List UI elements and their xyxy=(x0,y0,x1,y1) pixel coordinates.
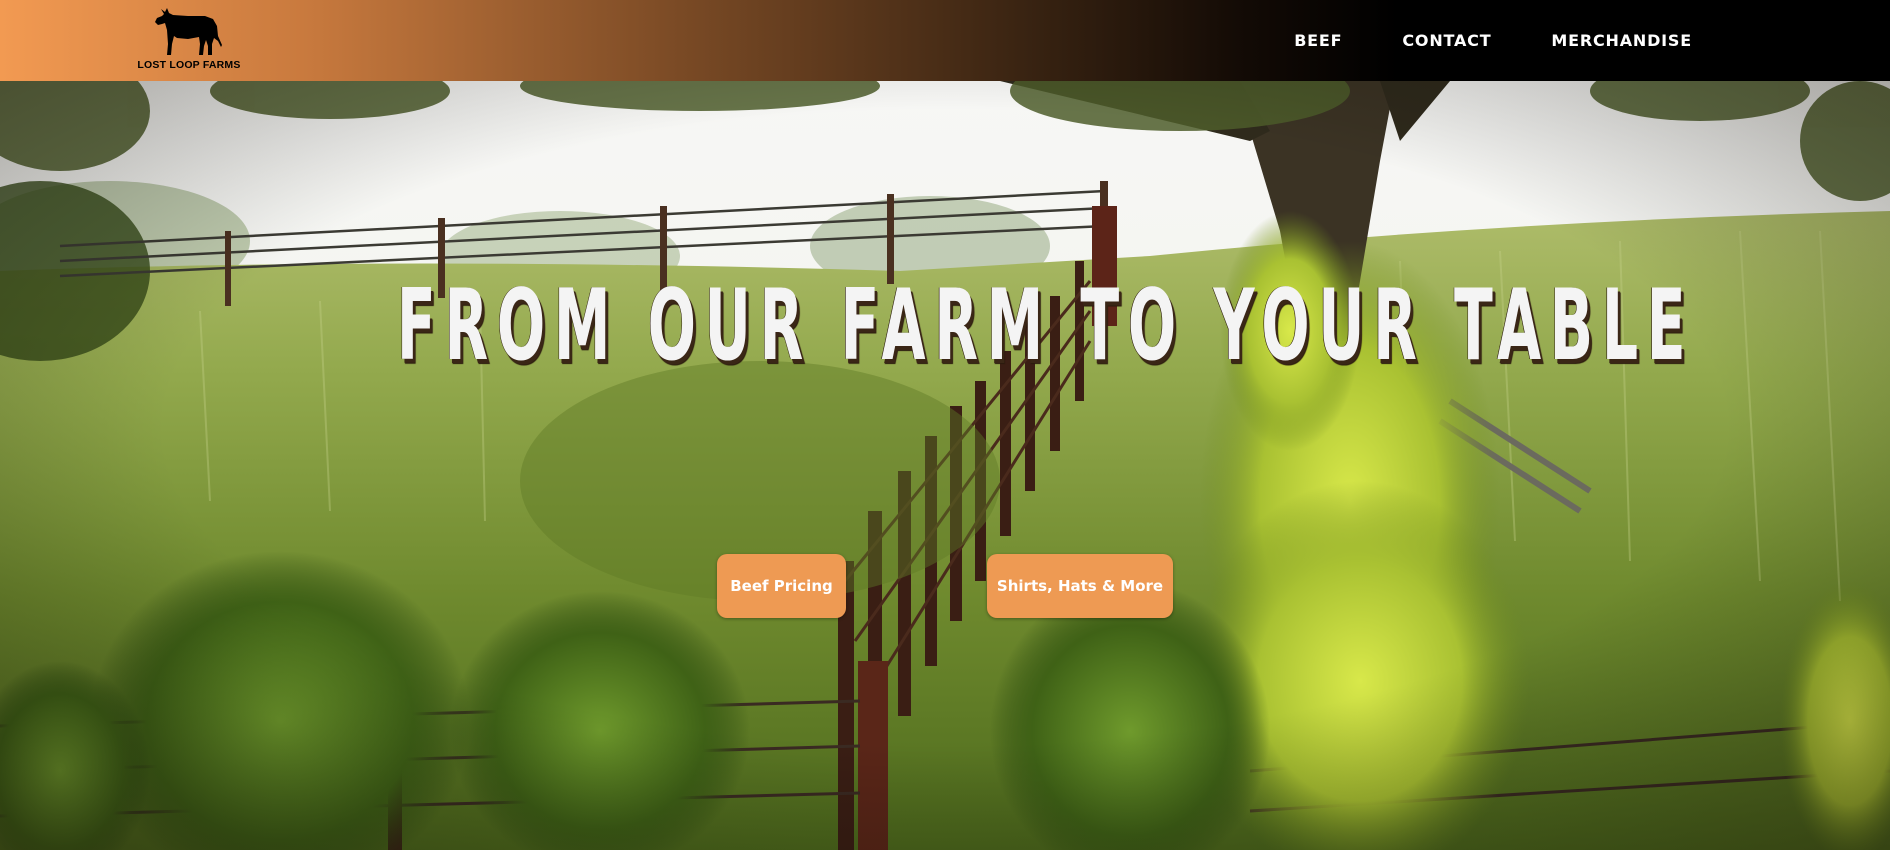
nav-merchandise[interactable]: MERCHANDISE xyxy=(1551,31,1692,50)
site-header: LOST LOOP FARMS BEEF CONTACT MERCHANDISE xyxy=(0,0,1890,81)
nav-beef[interactable]: BEEF xyxy=(1294,31,1342,50)
hero-section: FROM OUR FARM TO YOUR TABLE Beef Pricing… xyxy=(0,81,1890,850)
merchandise-button[interactable]: Shirts, Hats & More xyxy=(987,554,1173,618)
logo-text: LOST LOOP FARMS xyxy=(137,59,241,71)
site-logo[interactable]: LOST LOOP FARMS xyxy=(137,6,241,74)
cow-icon xyxy=(155,8,222,55)
beef-pricing-button[interactable]: Beef Pricing xyxy=(717,554,846,618)
main-nav: BEEF CONTACT MERCHANDISE xyxy=(1294,0,1692,81)
hero-title: FROM OUR FARM TO YOUR TABLE xyxy=(396,269,1695,383)
nav-contact[interactable]: CONTACT xyxy=(1402,31,1491,50)
hero-background-image xyxy=(0,81,1890,850)
